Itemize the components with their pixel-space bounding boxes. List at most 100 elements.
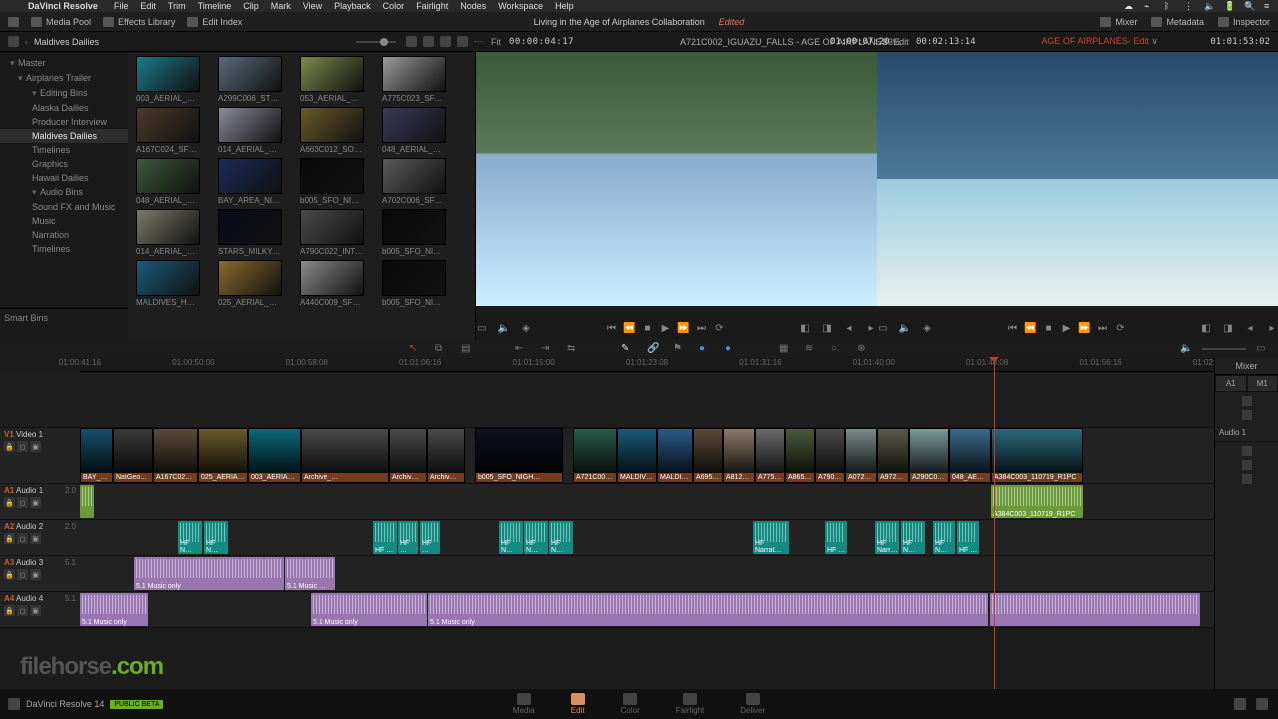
media-clip[interactable]: STARS_MILKYWAY: [218, 209, 282, 256]
track-lane-V1[interactable]: BAY_A…NatGeo…A167C024_SF…025_AERIAL_A…00…: [80, 428, 1214, 484]
snapping-icon[interactable]: ▦: [779, 343, 791, 355]
prev-edit-icon[interactable]: ◂: [1244, 322, 1256, 334]
volume-icon[interactable]: [899, 322, 911, 334]
menu-edit[interactable]: Edit: [140, 1, 156, 11]
audio-clip[interactable]: HF N…: [524, 521, 548, 554]
step-fwd-icon[interactable]: [678, 322, 690, 334]
step-fwd-icon[interactable]: [1079, 322, 1091, 334]
media-clip[interactable]: b005_SFO_NIGHT_LIGH…: [300, 158, 364, 205]
bin-timelines2[interactable]: Timelines: [0, 242, 128, 256]
audio-clip[interactable]: 5.1 Music only: [311, 593, 427, 626]
media-clip[interactable]: 048_AERIAL_KENYA_07…: [382, 107, 446, 154]
video-clip[interactable]: A167C024_SF…: [153, 428, 198, 483]
menu-help[interactable]: Help: [555, 1, 574, 11]
menubar-icon[interactable]: ≡: [1264, 1, 1274, 11]
bluetooth-icon[interactable]: ᛒ: [1164, 1, 1174, 11]
video-clip[interactable]: A384C003_110719_R1PC: [991, 428, 1083, 483]
match-frame-icon[interactable]: ◈: [921, 322, 933, 334]
video-clip[interactable]: A775C0…: [755, 428, 785, 483]
audio-clip[interactable]: 5.1 Music only: [428, 593, 988, 626]
video-clip[interactable]: BAY_A…: [80, 428, 113, 483]
video-clip[interactable]: 025_AERIAL_A…: [198, 428, 248, 483]
last-frame-icon[interactable]: [696, 322, 708, 334]
mute-icon[interactable]: ▣: [30, 605, 41, 616]
track-head-A2[interactable]: A2 Audio 2 2.0🔒◻▣: [0, 520, 80, 556]
flag-icon[interactable]: ⚑: [673, 343, 685, 355]
trim-tool-icon[interactable]: ⧉: [435, 343, 447, 355]
auto-icon[interactable]: ◻: [17, 605, 28, 616]
volume-icon[interactable]: 🔈: [1204, 1, 1214, 11]
audio-clip[interactable]: HF …: [398, 521, 418, 554]
media-clip[interactable]: A775C023_SFO_CHINA…: [382, 56, 446, 103]
mixer-eq-icon[interactable]: [1242, 410, 1252, 420]
video-clip[interactable]: A972C0…: [877, 428, 909, 483]
mute-icon[interactable]: ▣: [30, 497, 41, 508]
audio-clip[interactable]: 5.1 Music only: [80, 593, 148, 626]
audio-clip[interactable]: HF N…: [499, 521, 523, 554]
step-back-icon[interactable]: [1025, 322, 1037, 334]
timeline-ruler[interactable]: 01:00:41:1601:00:50:0001:00:58:0801:01:0…: [80, 358, 1214, 372]
match-frame-icon[interactable]: ◈: [520, 322, 532, 334]
overwrite-icon[interactable]: ⇥: [541, 343, 553, 355]
zoom-slider[interactable]: [1202, 348, 1246, 350]
last-frame-icon[interactable]: [1097, 322, 1109, 334]
video-clip[interactable]: 048_AE…: [949, 428, 991, 483]
volume-icon[interactable]: [498, 322, 510, 334]
media-clip[interactable]: A299C006_ST_MAARTE…: [218, 56, 282, 103]
binlist-icon[interactable]: [8, 36, 19, 47]
media-clip[interactable]: 048_AERIAL_KENYA_07…: [136, 158, 200, 205]
media-clip[interactable]: MALDIVES_HALF_IN_HA…: [136, 260, 200, 307]
playhead[interactable]: [994, 358, 995, 689]
zoom-pct[interactable]: 83%: [883, 37, 901, 47]
thumb-view-icon[interactable]: [423, 36, 434, 47]
audio-clip[interactable]: HF …: [420, 521, 440, 554]
mark-in-icon[interactable]: [1200, 322, 1212, 334]
insert-icon[interactable]: ⇤: [515, 343, 527, 355]
fit-zoom[interactable]: Fit: [491, 37, 501, 47]
page-deliver[interactable]: Deliver: [740, 693, 765, 715]
page-fairlight[interactable]: Fairlight: [676, 693, 704, 715]
tl-volume-icon[interactable]: [1180, 343, 1192, 355]
mixer-fx-icon[interactable]: [1242, 396, 1252, 406]
marker-add2-icon[interactable]: ⊕: [857, 343, 869, 355]
bin-airplanes[interactable]: ▾Airplanes Trailer: [0, 71, 128, 86]
viewmode-icon[interactable]: ▭: [476, 322, 488, 334]
video-clip[interactable]: A865CD…: [785, 428, 815, 483]
video-clip[interactable]: A812CD…: [723, 428, 755, 483]
track-lane-A2[interactable]: HF N…HF N…HF …HF …HF …HF N…HF N…HF N…HF …: [80, 520, 1214, 556]
audio-clip[interactable]: HF N…: [901, 521, 925, 554]
page-color[interactable]: Color: [621, 693, 640, 715]
chevron-icon[interactable]: ‹: [25, 37, 28, 47]
track-head-A1[interactable]: A1 Audio 1 2.0🔒◻▣: [0, 484, 80, 520]
sort-icon[interactable]: [406, 36, 417, 47]
app-menu[interactable]: DaVinci Resolve: [28, 1, 98, 11]
play-icon[interactable]: [1061, 322, 1073, 334]
media-clip[interactable]: BAY_AREA_NIGHT_LIGH…: [218, 158, 282, 205]
track-head-A3[interactable]: A3 Audio 3 5.1🔒◻▣: [0, 556, 80, 592]
source-frame[interactable]: [476, 52, 877, 306]
list-view-icon[interactable]: [440, 36, 451, 47]
mute-icon[interactable]: ▣: [30, 533, 41, 544]
media-clip[interactable]: 025_AERIAL_ALASKA_S…: [218, 260, 282, 307]
viewmode-icon[interactable]: ▭: [877, 322, 889, 334]
menu-view[interactable]: View: [303, 1, 322, 11]
timeline-name[interactable]: AGE OF AIRPLANES- Edit: [1041, 36, 1149, 46]
metadata-button[interactable]: Metadata: [1151, 17, 1204, 27]
mixer-button[interactable]: Mixer: [1100, 17, 1137, 27]
edit-index-button[interactable]: Edit Index: [187, 17, 242, 27]
auto-icon[interactable]: ◻: [17, 497, 28, 508]
menu-file[interactable]: File: [114, 1, 129, 11]
audio-clip[interactable]: [990, 593, 1200, 626]
bin-alaska[interactable]: Alaska Dailies: [0, 101, 128, 115]
media-pool-button[interactable]: Media Pool: [31, 17, 91, 27]
audio-clip[interactable]: HF Narrat…: [753, 521, 789, 554]
wifi-icon[interactable]: ⋮: [1184, 1, 1194, 11]
mixer-pan-icon[interactable]: [1242, 474, 1252, 484]
prev-clip-icon[interactable]: ◂: [843, 322, 855, 334]
marker-add-icon[interactable]: ○: [831, 343, 843, 355]
audio-clip[interactable]: HF Narr…: [875, 521, 899, 554]
jog-bar[interactable]: [877, 306, 1278, 316]
timeline-opts-icon[interactable]: ▭: [1256, 343, 1268, 355]
video-clip[interactable]: MALDIV…: [657, 428, 693, 483]
lock-icon[interactable]: 🔒: [4, 569, 15, 580]
